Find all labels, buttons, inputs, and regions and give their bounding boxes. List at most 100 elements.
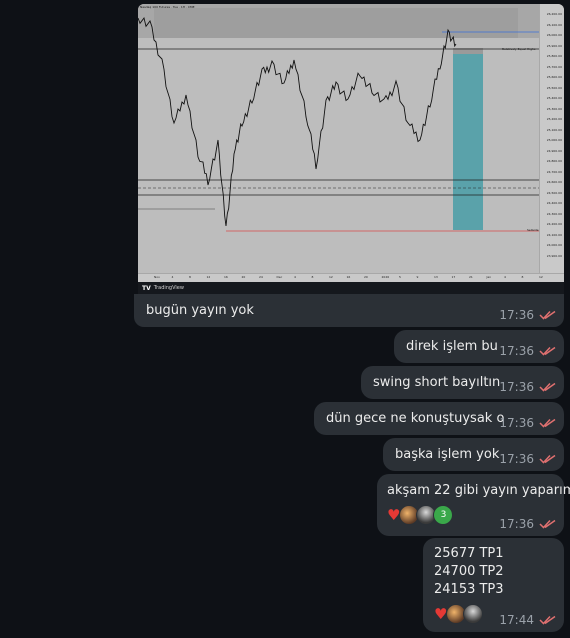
- message-bubble[interactable]: bugün yayın yok 17:36: [134, 294, 564, 327]
- reactions[interactable]: ♥ 3: [387, 505, 454, 525]
- message-time: 17:36: [499, 452, 534, 466]
- time-tick-label: 4: [504, 275, 506, 279]
- message-text: swing short bayıltın: [373, 375, 501, 390]
- time-tick-label: 4: [294, 275, 296, 279]
- price-tick-label: 25,200.00: [546, 117, 562, 121]
- price-tick-label: 24,100.00: [546, 232, 562, 237]
- time-tick-label: 17: [451, 275, 456, 279]
- message-bubble[interactable]: direk işlem bu 17:36: [394, 330, 564, 363]
- price-tick-label: 25,100.00: [546, 127, 562, 132]
- message-meta: 17:36: [499, 380, 556, 394]
- price-tick-label: 24,300.00: [546, 211, 562, 216]
- price-tick-label: 25,900.00: [546, 43, 562, 48]
- read-check-icon: [539, 454, 556, 464]
- time-tick-label: 8: [311, 275, 314, 279]
- message-time: 17:36: [499, 380, 534, 394]
- read-check-icon: [539, 346, 556, 356]
- message-text: akşam 22 gibi yayın yaparım: [387, 483, 570, 498]
- message-time: 17:44: [499, 613, 534, 627]
- time-tick-label: 5: [399, 275, 401, 279]
- time-tick-label: 9: [416, 275, 419, 279]
- chart-image-message[interactable]: Nasdaq 100 Futures · Tue · 1H · CME Rela…: [138, 4, 564, 294]
- price-tick-label: 24,000.00: [546, 243, 562, 247]
- message-meta: 17:36: [499, 452, 556, 466]
- avatar: [463, 604, 484, 624]
- chart-canvas: [138, 4, 540, 232]
- price-axis[interactable]: 26,200.00 26,100.00 26,000.00 25,900.00 25,8…: [539, 4, 564, 274]
- time-tick-label: 16: [346, 275, 351, 279]
- message-meta: 17:36: [499, 416, 556, 430]
- price-tick-label: 25,500.00: [546, 85, 562, 90]
- reactions[interactable]: ♥: [434, 604, 484, 624]
- price-tick-label: 25,000.00: [546, 138, 562, 142]
- message-meta: 17:44: [499, 613, 556, 627]
- price-tick-label: 26,200.00: [546, 12, 562, 16]
- price-tick-label: 24,800.00: [546, 159, 562, 163]
- reaction-count-badge: 3: [433, 505, 454, 525]
- price-tick-label: 24,700.00: [546, 169, 562, 174]
- time-tick-label: 20: [241, 275, 246, 279]
- eqh-label: Relatively Equal Highs: [502, 47, 536, 51]
- message-meta: 17:36: [499, 344, 556, 358]
- time-tick-label: 12: [206, 275, 211, 279]
- time-tick-label: 24: [259, 275, 263, 279]
- time-tick-label: 16: [224, 275, 228, 279]
- message-bubble[interactable]: 25677 TP1 24700 TP2 24153 TP3 ♥ 17:44: [423, 538, 564, 632]
- price-tick-label: 25,600.00: [546, 75, 562, 79]
- heart-reaction-icon: ♥: [434, 605, 448, 623]
- price-tick-label: 24,500.00: [546, 190, 562, 195]
- price-tick-label: 25,700.00: [546, 64, 562, 69]
- message-meta: 17:36: [499, 308, 556, 322]
- tp-line-2: 24700 TP2: [434, 564, 504, 579]
- time-tick-label: 4: [171, 275, 174, 279]
- message-text: direk işlem bu: [406, 339, 498, 354]
- time-tick-label: Nov: [154, 275, 160, 279]
- message-text: başka işlem yok: [395, 447, 500, 462]
- price-tick-label: 24,400.00: [546, 201, 562, 205]
- time-tick-label: Jan: [486, 275, 492, 279]
- time-tick-label: 13: [434, 275, 438, 279]
- tradingview-brand: TradingView: [153, 285, 184, 291]
- time-tick-label: Dec: [276, 275, 283, 279]
- message-bubble[interactable]: başka işlem yok 17:36: [383, 438, 564, 471]
- read-check-icon: [539, 382, 556, 392]
- time-tick-label: 12: [539, 275, 543, 279]
- read-check-icon: [539, 418, 556, 428]
- message-time: 17:36: [499, 308, 534, 322]
- read-check-icon: [539, 310, 556, 320]
- chart-header: Nasdaq 100 Futures · Tue · 1H · CME: [140, 5, 195, 9]
- price-tick-label: 24,200.00: [546, 222, 562, 226]
- message-meta: 17:36: [499, 517, 556, 531]
- message-time: 17:36: [499, 517, 534, 531]
- read-check-icon: [539, 519, 556, 529]
- message-text: dün gece ne konuştuysak o: [326, 411, 505, 426]
- price-tick-label: 25,300.00: [546, 106, 562, 111]
- tradingview-logo-icon: TV: [142, 284, 151, 292]
- trading-chart[interactable]: Nasdaq 100 Futures · Tue · 1H · CME Rela…: [138, 4, 564, 282]
- tp-line-3: 24153 TP3: [434, 582, 504, 597]
- tp-line-1: 25677 TP1: [434, 546, 504, 561]
- message-bubble[interactable]: dün gece ne konuştuysak o 17:36: [314, 402, 564, 435]
- message-bubble[interactable]: akşam 22 gibi yayın yaparım ♥ 3 17:36: [377, 474, 570, 536]
- time-tick-label: 8: [521, 275, 524, 279]
- tradingview-footer: TV TradingView: [138, 282, 564, 294]
- sellside-label: Sellside: [527, 228, 539, 232]
- heart-reaction-icon: ♥: [387, 506, 401, 524]
- price-tick-label: 24,600.00: [546, 180, 562, 184]
- price-tick-label: 24,900.00: [546, 148, 562, 153]
- price-tick-label: 23,900.00: [546, 253, 562, 258]
- price-tick-label: 26,000.00: [546, 33, 562, 37]
- message-time: 17:36: [499, 344, 534, 358]
- message-bubble[interactable]: swing short bayıltın 17:36: [361, 366, 564, 399]
- time-tick-label: 12: [329, 275, 333, 279]
- time-tick-label: 20: [364, 275, 368, 279]
- price-tick-label: 26,100.00: [546, 22, 562, 27]
- price-tick-label: 25,400.00: [546, 96, 562, 100]
- time-tick-label: 2026: [381, 275, 390, 279]
- message-time: 17:36: [499, 416, 534, 430]
- time-tick-label: 21: [469, 275, 473, 279]
- read-check-icon: [539, 615, 556, 625]
- price-tick-label: 25,800.00: [546, 54, 562, 58]
- message-text: bugün yayın yok: [146, 303, 254, 318]
- time-axis[interactable]: Nov 4 8 12 16 20 24 Dec 4 8 12 16 20 2026 5 9 13 17 21 Jan 4…: [138, 273, 564, 282]
